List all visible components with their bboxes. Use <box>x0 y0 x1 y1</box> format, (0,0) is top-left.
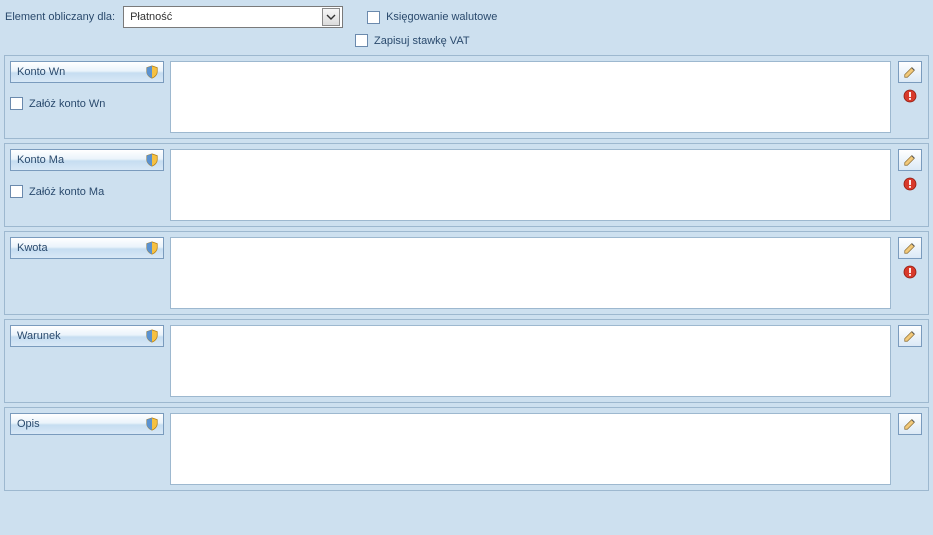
shield-icon <box>145 153 159 167</box>
create-konto-wn-label: Załóż konto Wn <box>29 98 105 110</box>
kwota-label: Kwota <box>17 242 48 254</box>
checkbox-icon <box>355 34 368 47</box>
shield-icon <box>145 329 159 343</box>
shield-icon <box>145 65 159 79</box>
konto-ma-edit-button[interactable] <box>898 149 922 171</box>
panel-kwota: Kwota <box>4 231 929 315</box>
pencil-icon <box>903 153 917 167</box>
error-icon <box>903 89 917 103</box>
panel-opis: Opis <box>4 407 929 491</box>
chevron-down-icon <box>322 8 340 26</box>
shield-icon <box>145 417 159 431</box>
error-icon <box>903 177 917 191</box>
create-konto-ma-checkbox[interactable]: Załóż konto Ma <box>10 185 164 198</box>
currency-posting-label: Księgowanie walutowe <box>386 11 497 23</box>
opis-button[interactable]: Opis <box>10 413 164 435</box>
panel-warunek: Warunek <box>4 319 929 403</box>
kwota-button[interactable]: Kwota <box>10 237 164 259</box>
konto-wn-edit-button[interactable] <box>898 61 922 83</box>
pencil-icon <box>903 329 917 343</box>
opis-edit-button[interactable] <box>898 413 922 435</box>
create-konto-ma-label: Załóż konto Ma <box>29 186 104 198</box>
currency-posting-checkbox[interactable]: Księgowanie walutowe <box>367 11 497 24</box>
warunek-button[interactable]: Warunek <box>10 325 164 347</box>
save-vat-rate-label: Zapisuj stawkę VAT <box>374 35 470 47</box>
konto-wn-button[interactable]: Konto Wn <box>10 61 164 83</box>
checkbox-icon <box>10 97 23 110</box>
kwota-edit-button[interactable] <box>898 237 922 259</box>
pencil-icon <box>903 417 917 431</box>
konto-ma-button[interactable]: Konto Ma <box>10 149 164 171</box>
konto-ma-label: Konto Ma <box>17 154 64 166</box>
panel-konto-ma: Konto Ma Załóż konto Ma <box>4 143 929 227</box>
create-konto-wn-checkbox[interactable]: Załóż konto Wn <box>10 97 164 110</box>
pencil-icon <box>903 65 917 79</box>
pencil-icon <box>903 241 917 255</box>
element-calc-select[interactable]: Płatność <box>123 6 343 28</box>
warunek-input[interactable] <box>170 325 891 397</box>
save-vat-rate-checkbox[interactable]: Zapisuj stawkę VAT <box>355 34 470 47</box>
checkbox-icon <box>10 185 23 198</box>
opis-input[interactable] <box>170 413 891 485</box>
checkbox-icon <box>367 11 380 24</box>
warunek-edit-button[interactable] <box>898 325 922 347</box>
konto-wn-label: Konto Wn <box>17 66 65 78</box>
element-calc-label: Element obliczany dla: <box>5 11 115 23</box>
konto-wn-input[interactable] <box>170 61 891 133</box>
error-icon <box>903 265 917 279</box>
panel-konto-wn: Konto Wn Załóż konto Wn <box>4 55 929 139</box>
opis-label: Opis <box>17 418 40 430</box>
shield-icon <box>145 241 159 255</box>
kwota-input[interactable] <box>170 237 891 309</box>
warunek-label: Warunek <box>17 330 61 342</box>
element-calc-select-value: Płatność <box>130 11 172 23</box>
konto-ma-input[interactable] <box>170 149 891 221</box>
